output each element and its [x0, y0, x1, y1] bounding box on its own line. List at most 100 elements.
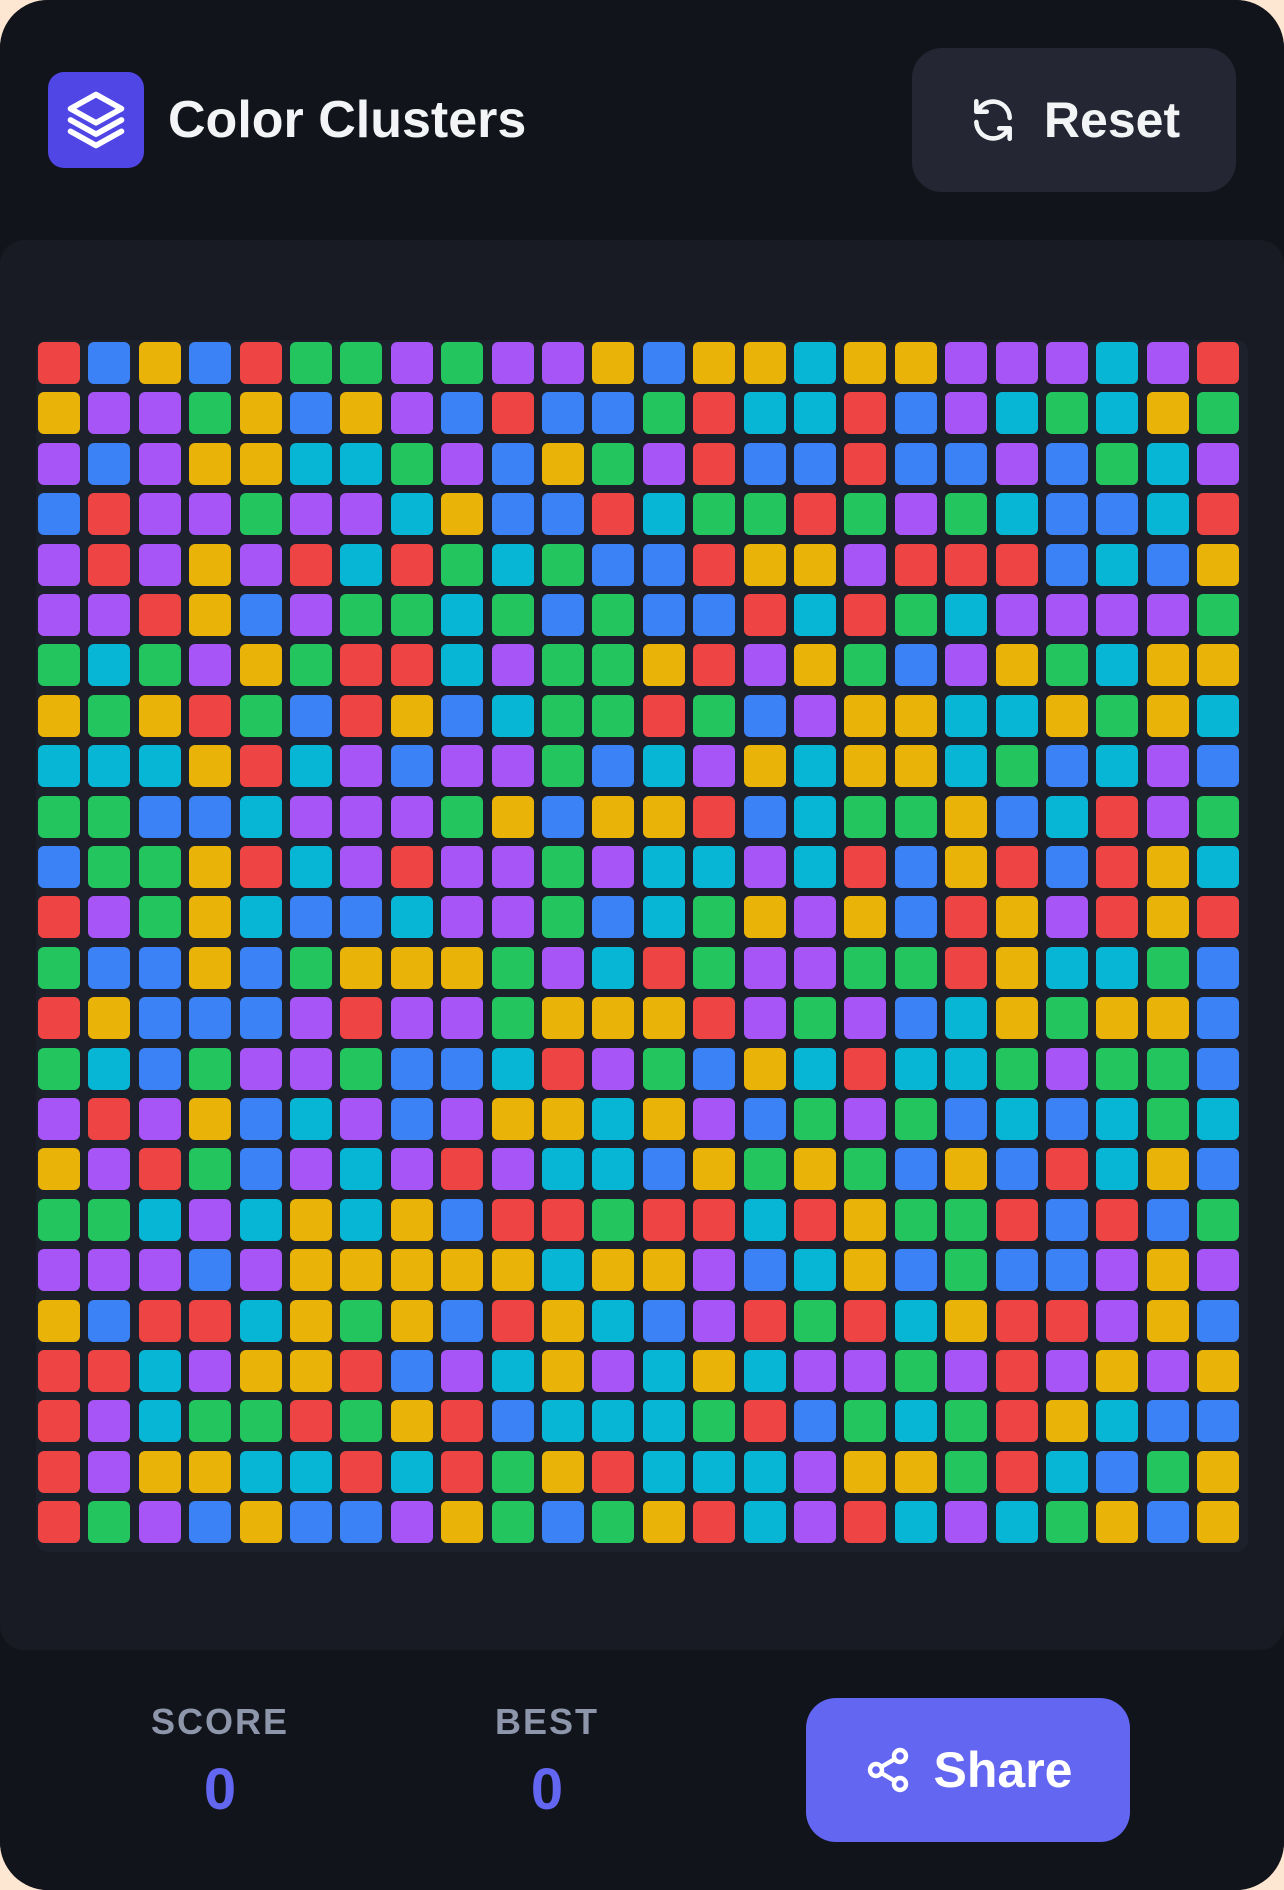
- grid-tile[interactable]: [1146, 946, 1189, 989]
- grid-tile[interactable]: [189, 1299, 232, 1342]
- grid-tile[interactable]: [189, 1350, 232, 1392]
- grid-tile[interactable]: [592, 694, 635, 737]
- grid-tile[interactable]: [1146, 392, 1189, 435]
- grid-tile[interactable]: [1096, 1098, 1139, 1140]
- grid-tile[interactable]: [995, 1400, 1038, 1443]
- grid-tile[interactable]: [693, 795, 736, 838]
- grid-tile[interactable]: [38, 1400, 80, 1443]
- grid-tile[interactable]: [340, 896, 383, 939]
- grid-tile[interactable]: [138, 795, 181, 838]
- grid-tile[interactable]: [1096, 846, 1139, 888]
- grid-tile[interactable]: [642, 745, 685, 788]
- grid-tile[interactable]: [1146, 896, 1189, 939]
- grid-tile[interactable]: [138, 896, 181, 939]
- grid-tile[interactable]: [390, 594, 433, 636]
- grid-tile[interactable]: [340, 1198, 383, 1241]
- grid-tile[interactable]: [189, 745, 232, 788]
- grid-tile[interactable]: [693, 946, 736, 989]
- grid-tile[interactable]: [1096, 1400, 1139, 1443]
- grid-tile[interactable]: [542, 694, 584, 737]
- grid-tile[interactable]: [1197, 392, 1240, 435]
- grid-tile[interactable]: [642, 1400, 685, 1443]
- grid-tile[interactable]: [1197, 1148, 1240, 1191]
- grid-tile[interactable]: [441, 946, 484, 989]
- grid-tile[interactable]: [441, 745, 484, 788]
- grid-tile[interactable]: [38, 896, 80, 939]
- grid-tile[interactable]: [38, 1299, 80, 1342]
- grid-tile[interactable]: [390, 846, 433, 888]
- grid-tile[interactable]: [1046, 846, 1088, 888]
- grid-tile[interactable]: [794, 946, 836, 989]
- grid-tile[interactable]: [88, 795, 131, 838]
- grid-tile[interactable]: [945, 1249, 988, 1292]
- grid-tile[interactable]: [1146, 1501, 1189, 1544]
- grid-tile[interactable]: [794, 1198, 836, 1241]
- grid-tile[interactable]: [995, 493, 1038, 536]
- grid-tile[interactable]: [189, 1501, 232, 1544]
- grid-tile[interactable]: [390, 997, 433, 1040]
- grid-tile[interactable]: [1046, 442, 1088, 485]
- grid-tile[interactable]: [995, 1249, 1038, 1292]
- grid-tile[interactable]: [491, 694, 534, 737]
- grid-tile[interactable]: [1197, 1350, 1240, 1392]
- grid-tile[interactable]: [693, 896, 736, 939]
- grid-tile[interactable]: [794, 1350, 836, 1392]
- grid-tile[interactable]: [794, 846, 836, 888]
- grid-tile[interactable]: [1146, 644, 1189, 687]
- grid-tile[interactable]: [88, 896, 131, 939]
- grid-tile[interactable]: [441, 694, 484, 737]
- grid-tile[interactable]: [239, 342, 282, 384]
- grid-tile[interactable]: [894, 946, 937, 989]
- grid-tile[interactable]: [189, 493, 232, 536]
- grid-tile[interactable]: [894, 342, 937, 384]
- grid-tile[interactable]: [794, 1501, 836, 1544]
- grid-tile[interactable]: [239, 896, 282, 939]
- grid-tile[interactable]: [693, 1198, 736, 1241]
- grid-tile[interactable]: [894, 1350, 937, 1392]
- grid-tile[interactable]: [542, 1350, 584, 1392]
- grid-tile[interactable]: [995, 745, 1038, 788]
- grid-tile[interactable]: [592, 342, 635, 384]
- grid-tile[interactable]: [88, 342, 131, 384]
- grid-tile[interactable]: [290, 1249, 332, 1292]
- grid-tile[interactable]: [1096, 1148, 1139, 1191]
- grid-tile[interactable]: [894, 745, 937, 788]
- grid-tile[interactable]: [794, 342, 836, 384]
- grid-tile[interactable]: [340, 594, 383, 636]
- grid-tile[interactable]: [592, 1400, 635, 1443]
- grid-tile[interactable]: [592, 493, 635, 536]
- grid-tile[interactable]: [38, 745, 80, 788]
- grid-tile[interactable]: [491, 392, 534, 435]
- grid-tile[interactable]: [794, 1148, 836, 1191]
- grid-tile[interactable]: [340, 1098, 383, 1140]
- grid-tile[interactable]: [743, 342, 786, 384]
- grid-tile[interactable]: [743, 1249, 786, 1292]
- grid-tile[interactable]: [290, 543, 332, 586]
- grid-tile[interactable]: [1046, 1350, 1088, 1392]
- grid-tile[interactable]: [38, 644, 80, 687]
- grid-tile[interactable]: [743, 946, 786, 989]
- grid-tile[interactable]: [491, 795, 534, 838]
- grid-tile[interactable]: [894, 694, 937, 737]
- grid-tile[interactable]: [340, 846, 383, 888]
- grid-tile[interactable]: [1197, 846, 1240, 888]
- grid-tile[interactable]: [441, 1198, 484, 1241]
- grid-tile[interactable]: [340, 493, 383, 536]
- grid-tile[interactable]: [642, 442, 685, 485]
- grid-tile[interactable]: [1146, 1350, 1189, 1392]
- grid-tile[interactable]: [894, 1198, 937, 1241]
- grid-tile[interactable]: [642, 1098, 685, 1140]
- grid-tile[interactable]: [642, 594, 685, 636]
- grid-tile[interactable]: [239, 493, 282, 536]
- grid-tile[interactable]: [1197, 543, 1240, 586]
- grid-tile[interactable]: [642, 392, 685, 435]
- grid-tile[interactable]: [592, 745, 635, 788]
- grid-tile[interactable]: [138, 846, 181, 888]
- grid-tile[interactable]: [844, 594, 887, 636]
- grid-tile[interactable]: [441, 644, 484, 687]
- grid-tile[interactable]: [642, 1047, 685, 1090]
- grid-tile[interactable]: [1146, 846, 1189, 888]
- grid-tile[interactable]: [138, 694, 181, 737]
- grid-tile[interactable]: [491, 493, 534, 536]
- grid-tile[interactable]: [88, 1047, 131, 1090]
